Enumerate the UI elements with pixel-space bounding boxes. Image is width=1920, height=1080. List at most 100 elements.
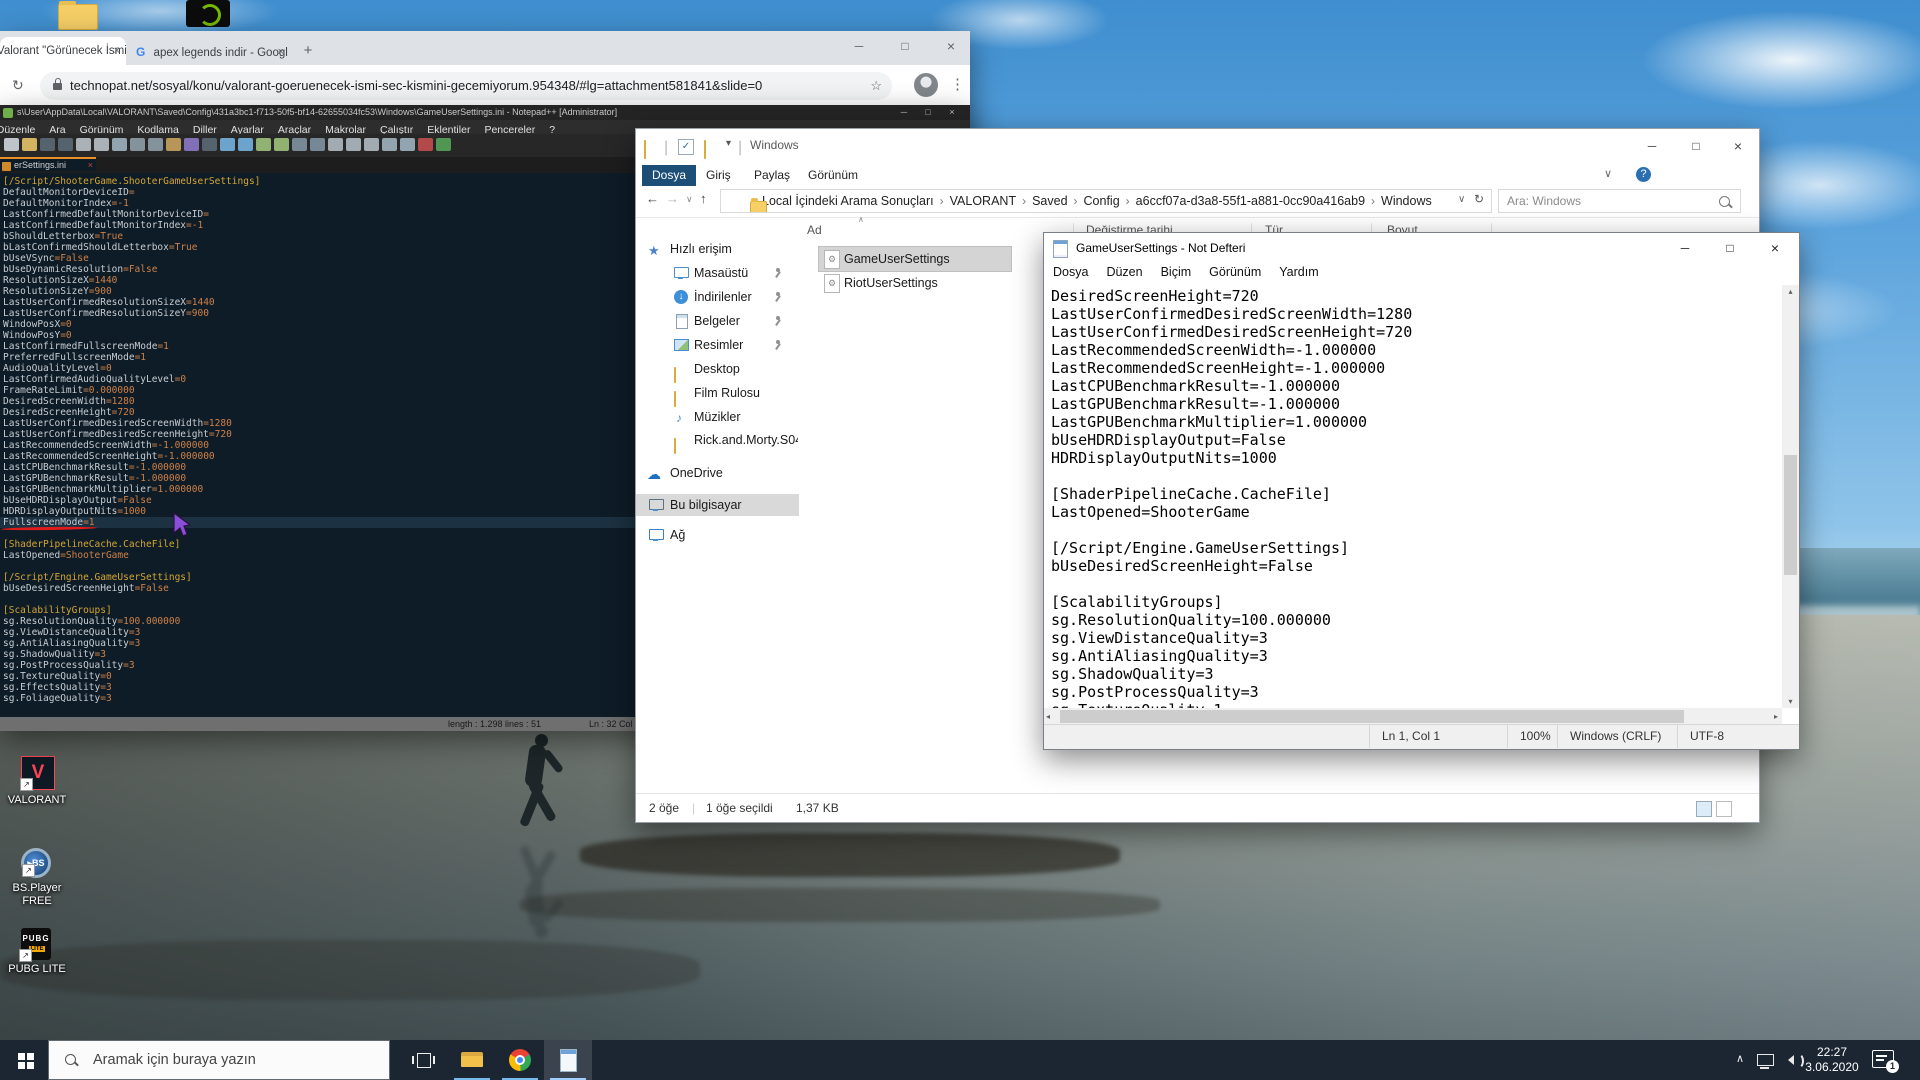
browser-tab-active[interactable]: Valorant "Görünecek İsmi Seç × — [0, 37, 126, 65]
file-row-gameusersettings[interactable]: ⚙ GameUserSettings — [819, 247, 1011, 271]
menu-item[interactable]: Makrolar — [318, 123, 373, 134]
menu-item[interactable]: Yardım — [1270, 263, 1327, 281]
reload-icon[interactable]: ↻ — [12, 77, 24, 94]
bookmark-star-icon[interactable]: ☆ — [870, 72, 882, 100]
vertical-scrollbar[interactable]: ▴ ▾ — [1782, 285, 1799, 708]
ribbon-tab-dosya[interactable]: Dosya — [642, 165, 696, 186]
sidebar-item-this-pc[interactable]: Bu bilgisayar — [636, 494, 799, 516]
sidebar-item-desktop[interactable]: Masaüstü — [636, 262, 799, 284]
breadcrumb-item[interactable]: Windows — [1381, 194, 1432, 208]
menu-item[interactable]: Dosya — [1044, 263, 1097, 281]
menu-item[interactable]: Düzenle — [0, 123, 42, 134]
breadcrumb-item[interactable]: Config — [1084, 194, 1120, 208]
horizontal-scrollbar[interactable]: ◂ ▸ — [1044, 708, 1782, 725]
ribbon-tab-paylas[interactable]: Paylaş — [744, 165, 800, 186]
menu-item[interactable]: Görünüm — [1200, 263, 1270, 281]
notepadpp-maximize-button[interactable]: □ — [917, 105, 939, 120]
notepad-close-button[interactable]: × — [1752, 233, 1798, 263]
menu-item[interactable]: Pencereler — [477, 123, 542, 134]
breadcrumb-item[interactable]: a6ccf07a-d3a8-55f1-a881-0cc90a416ab9 — [1136, 194, 1365, 208]
desktop-folder-icon[interactable] — [58, 4, 98, 30]
notepadpp-titlebar[interactable]: s\User\AppData\Local\VALORANT\Saved\Conf… — [0, 105, 970, 120]
explorer-titlebar[interactable]: | ✓ ▾ | Windows ─ □ × — [636, 129, 1759, 165]
refresh-icon[interactable]: ↻ — [1474, 192, 1484, 206]
qat-new-folder-icon[interactable] — [704, 140, 706, 159]
tab-close-icon[interactable]: × — [114, 37, 120, 65]
shortcut-label[interactable]: VALORANT — [0, 794, 82, 806]
sidebar-item-network[interactable]: Ağ — [636, 524, 799, 546]
padlock-icon[interactable] — [53, 83, 62, 90]
file-row-riotusersettings[interactable]: ⚙ RiotUserSettings — [819, 271, 1011, 295]
address-dropdown-chevron-icon[interactable]: ∨ — [1458, 194, 1465, 205]
taskbar-notepad-button[interactable] — [544, 1040, 592, 1080]
vscroll-thumb[interactable] — [1784, 455, 1797, 575]
scroll-left-icon[interactable]: ◂ — [1046, 712, 1050, 721]
sidebar-item-music[interactable]: ♪ Müzikler — [636, 406, 799, 428]
browser-close-button[interactable]: × — [928, 31, 974, 61]
network-tray-icon[interactable] — [1757, 1054, 1774, 1066]
browser-minimize-button[interactable]: ─ — [836, 31, 882, 61]
menu-item[interactable]: Eklentiler — [420, 123, 477, 134]
taskbar-clock[interactable]: 22:27 3.06.2020 — [1796, 1045, 1868, 1075]
menu-item[interactable]: Görünüm — [73, 123, 131, 134]
notepadpp-minimize-button[interactable]: ─ — [893, 105, 915, 120]
notepad-titlebar[interactable]: GameUserSettings - Not Defteri ─ □ × — [1044, 233, 1799, 263]
notepadpp-close-button[interactable]: × — [941, 105, 963, 120]
menu-item[interactable]: Diller — [186, 123, 224, 134]
recent-locations-chevron-icon[interactable]: ∨ — [686, 194, 693, 205]
start-button[interactable] — [0, 1040, 48, 1080]
sidebar-item-quick-access[interactable]: ★ Hızlı erişim — [636, 238, 799, 260]
breadcrumb[interactable]: Local İçindeki Arama Sonuçları›VALORANT›… — [720, 189, 1492, 213]
browser-tab[interactable]: G apex legends indir - Google'da A × — [130, 39, 288, 65]
breadcrumb-item[interactable]: Local İçindeki Arama Sonuçları — [762, 194, 934, 208]
menu-item[interactable]: Araçlar — [271, 123, 318, 134]
back-icon[interactable]: ← — [646, 191, 659, 206]
notepad-minimize-button[interactable]: ─ — [1662, 233, 1708, 263]
explorer-search-input[interactable]: Ara: Windows — [1498, 189, 1741, 213]
pubg-lite-shortcut-icon[interactable]: PUBG LITE ↗ — [21, 928, 51, 960]
notepadpp-document-tab[interactable]: erSettings.ini × — [0, 157, 96, 171]
hscroll-thumb[interactable] — [1060, 710, 1684, 723]
menu-item[interactable]: Biçim — [1152, 263, 1201, 281]
thumbnail-view-toggle-icon[interactable] — [1716, 801, 1732, 817]
taskbar-explorer-button[interactable] — [448, 1040, 496, 1080]
browser-menu-icon[interactable]: ⋮ — [950, 75, 965, 93]
profile-avatar[interactable] — [914, 73, 938, 97]
help-icon[interactable]: ? — [1636, 167, 1651, 182]
scroll-right-icon[interactable]: ▸ — [1774, 712, 1778, 721]
sidebar-item-onedrive[interactable]: ☁ OneDrive — [636, 462, 799, 484]
ribbon-collapse-chevron-icon[interactable]: ∨ — [1604, 167, 1612, 180]
details-view-toggle-icon[interactable] — [1696, 801, 1712, 817]
qat-customize-chevron-icon[interactable]: ▾ — [726, 138, 731, 149]
bsplayer-shortcut-icon[interactable]: ▸BS ↗ — [21, 848, 51, 878]
menu-item[interactable]: Çalıştır — [373, 123, 420, 134]
scroll-down-icon[interactable]: ▾ — [1782, 697, 1799, 706]
menu-item[interactable]: Kodlama — [130, 123, 185, 134]
shortcut-label[interactable]: FREE — [0, 895, 82, 907]
breadcrumb-item[interactable]: VALORANT — [950, 194, 1016, 208]
ribbon-tab-giris[interactable]: Giriş — [696, 165, 741, 186]
tab-close-icon[interactable]: × — [88, 159, 93, 172]
shortcut-label[interactable]: BS.Player — [0, 882, 82, 894]
menu-item[interactable]: Düzen — [1097, 263, 1151, 281]
sidebar-item-pictures[interactable]: Resimler — [636, 334, 799, 356]
scroll-up-icon[interactable]: ▴ — [1782, 287, 1799, 296]
shortcut-label[interactable]: PUBG LITE — [0, 963, 82, 975]
sidebar-item-documents[interactable]: Belgeler — [636, 310, 799, 332]
valorant-shortcut-icon[interactable]: V ↗ — [21, 756, 55, 790]
taskbar-chrome-button[interactable] — [496, 1040, 544, 1080]
browser-maximize-button[interactable]: □ — [882, 31, 928, 61]
explorer-minimize-button[interactable]: ─ — [1629, 129, 1675, 163]
ribbon-tab-gorunum[interactable]: Görünüm — [798, 165, 868, 186]
task-view-button[interactable] — [400, 1040, 448, 1080]
forward-icon[interactable]: → — [666, 191, 679, 206]
up-icon[interactable]: ↑ — [700, 191, 707, 206]
column-header-name[interactable]: Ad — [807, 223, 822, 237]
qat-properties-icon[interactable]: ✓ — [678, 139, 694, 155]
explorer-maximize-button[interactable]: □ — [1673, 129, 1719, 163]
menu-item[interactable]: Ayarlar — [224, 123, 271, 134]
menu-item[interactable]: Ara — [42, 123, 72, 134]
sidebar-item-desktop-folder[interactable]: Desktop — [636, 358, 799, 380]
sidebar-item-film-rulosu[interactable]: Film Rulosu — [636, 382, 799, 404]
explorer-close-button[interactable]: × — [1715, 129, 1761, 163]
